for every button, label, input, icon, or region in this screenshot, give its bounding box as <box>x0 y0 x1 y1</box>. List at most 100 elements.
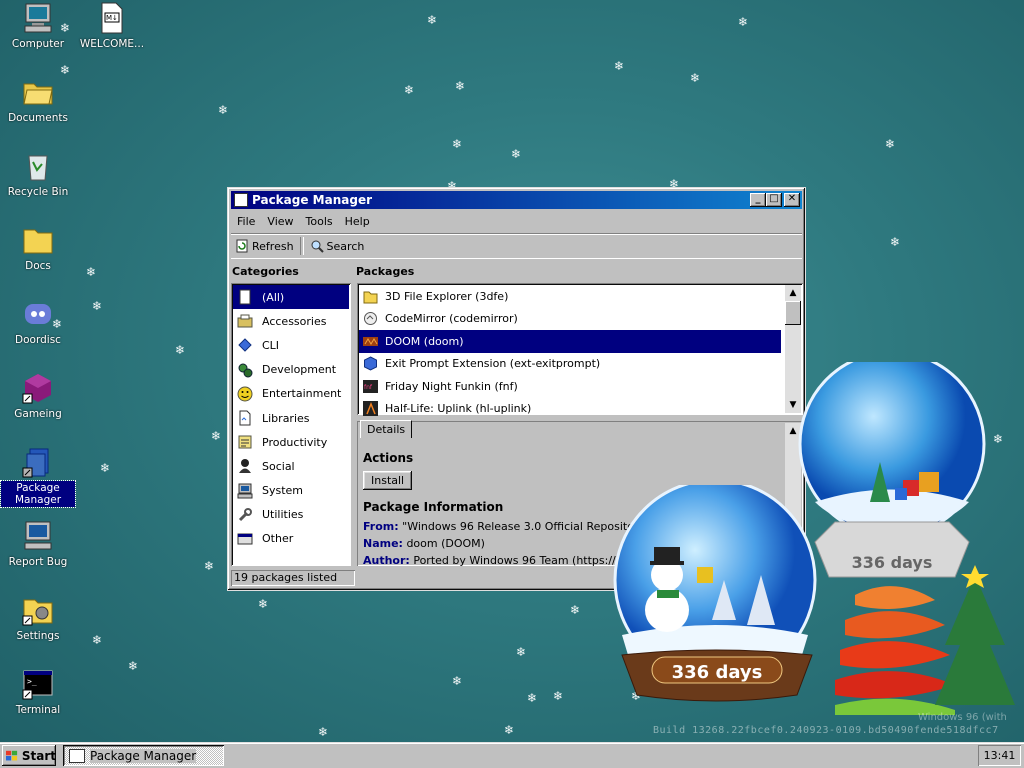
start-label: Start <box>21 748 56 763</box>
package-item[interactable]: Half-Life: Uplink (hl-uplink) <box>359 398 781 421</box>
menu-file[interactable]: File <box>231 215 261 228</box>
desktop-icon-welcome[interactable]: M↓ WELCOME... <box>75 2 149 51</box>
snowflake: ❄ <box>504 723 515 737</box>
toolbar: Refresh Search <box>231 233 802 259</box>
package-item[interactable]: DOOM (doom) <box>359 330 781 353</box>
close-button[interactable]: ✕ <box>784 193 800 207</box>
actions-header: Actions <box>363 451 414 465</box>
category-label: Accessories <box>262 314 327 328</box>
desktop-icon-label: Package Manager <box>0 480 76 508</box>
windows-watermark: Windows 96 (with <box>918 712 1007 723</box>
package-label: DOOM (doom) <box>385 334 464 348</box>
taskbar-item-label: Package Manager <box>90 748 197 763</box>
christmas-tree-decoration <box>835 565 1015 715</box>
desktop-icon-recycle-bin[interactable]: Recycle Bin <box>1 150 75 199</box>
category-item[interactable]: CLI <box>231 333 351 357</box>
desktop-icon-label: Report Bug <box>8 556 68 568</box>
search-button[interactable]: Search <box>306 239 369 253</box>
category-item[interactable]: Entertainment <box>231 382 351 406</box>
snowflake: ❄ <box>427 13 438 27</box>
discord-icon <box>22 298 54 330</box>
snowflake: ❄ <box>738 15 749 29</box>
search-label: Search <box>326 239 365 253</box>
category-item[interactable]: Accessories <box>231 309 351 333</box>
category-label: (All) <box>262 290 285 304</box>
desktop-icon-label: WELCOME... <box>79 38 145 50</box>
taskbar-item-package-manager[interactable]: Package Manager <box>63 745 224 766</box>
desktop-icon-terminal[interactable]: >_ Terminal <box>1 668 75 717</box>
folder-icon <box>22 224 54 256</box>
category-item[interactable]: Libraries <box>231 406 351 430</box>
package-item[interactable]: Exit Prompt Extension (ext-exitprompt) <box>359 353 781 376</box>
scroll-up-arrow[interactable]: ▲ <box>785 285 801 301</box>
social-icon <box>237 458 253 474</box>
report-bug-icon <box>22 520 54 552</box>
snowflake: ❄ <box>100 461 111 475</box>
menu-view[interactable]: View <box>261 215 299 228</box>
snowflake: ❄ <box>404 83 415 97</box>
utilities-icon <box>237 507 253 523</box>
desktop-icon-package-manager[interactable]: Package Manager <box>0 446 76 508</box>
globe-left-days: 336 days <box>672 662 763 683</box>
desktop-icon-gameing[interactable]: Gameing <box>1 372 75 421</box>
category-item[interactable]: Other <box>231 527 351 551</box>
category-label: System <box>262 484 304 498</box>
fnf-icon: fnf <box>363 379 378 394</box>
category-label: Entertainment <box>262 387 342 401</box>
category-item[interactable]: Utilities <box>231 503 351 527</box>
app-icon <box>234 193 248 207</box>
minimize-button[interactable]: _ <box>750 193 766 207</box>
category-label: Libraries <box>262 411 310 425</box>
snowglobe-right: 336 days <box>798 362 986 578</box>
category-item[interactable]: (All) <box>233 285 349 310</box>
taskbar: Start Package Manager 13:41 <box>0 742 1024 768</box>
title-bar[interactable]: Package Manager _ □ ✕ <box>231 191 802 209</box>
refresh-icon <box>236 239 248 253</box>
snowflake: ❄ <box>455 79 466 93</box>
desktop-icon-settings[interactable]: Settings <box>1 594 75 643</box>
desktop-icon-computer[interactable]: Computer <box>1 2 75 51</box>
desktop-icon-label: Computer <box>11 38 65 50</box>
system-icon <box>237 483 253 499</box>
scroll-thumb[interactable] <box>785 301 801 325</box>
categories-list[interactable]: (All) Accessories CLI Development Entertainm… <box>231 283 351 566</box>
desktop-icon-label: Settings <box>16 630 60 642</box>
desktop-icon-label: Gameing <box>14 408 62 420</box>
category-label: Utilities <box>262 508 304 522</box>
desktop-icon-documents[interactable]: Documents <box>1 76 75 125</box>
productivity-icon <box>237 434 253 450</box>
install-button[interactable]: Install <box>363 471 413 490</box>
svg-text:>_: >_ <box>27 677 37 686</box>
menu-bar: File View Tools Help <box>231 211 802 231</box>
desktop-icon-docs[interactable]: Docs <box>1 224 75 273</box>
category-item[interactable]: Productivity <box>231 430 351 454</box>
category-item[interactable]: Social <box>231 454 351 478</box>
category-item[interactable]: Development <box>231 358 351 382</box>
markdown-file-icon: M↓ <box>96 2 128 34</box>
tab-details[interactable]: Details <box>360 420 413 438</box>
desktop-icon-label: Terminal <box>15 704 61 716</box>
build-watermark: Build 13268.22fbcef0.240923-0109.bd50490… <box>653 725 999 736</box>
category-label: Development <box>262 363 337 377</box>
category-item[interactable]: System <box>231 479 351 503</box>
package-label: CodeMirror (codemirror) <box>385 312 518 326</box>
clock[interactable]: 13:41 <box>984 749 1016 762</box>
packages-header: Packages <box>356 265 415 278</box>
desktop-icon-label: Documents <box>8 112 68 124</box>
start-button[interactable]: Start <box>2 745 56 766</box>
refresh-button[interactable]: Refresh <box>231 239 298 253</box>
packages-list[interactable]: 3D File Explorer (3dfe) CodeMirror (codem… <box>357 283 803 417</box>
package-item[interactable]: CodeMirror (codemirror) <box>359 308 781 331</box>
maximize-button[interactable]: □ <box>766 193 782 207</box>
category-label: Other <box>262 532 294 546</box>
window-title: Package Manager <box>252 193 372 207</box>
menu-help[interactable]: Help <box>339 215 376 228</box>
package-label: Friday Night Funkin (fnf) <box>385 379 518 393</box>
desktop-icon-report-bug[interactable]: Report Bug <box>1 520 75 569</box>
snowflake: ❄ <box>258 597 269 611</box>
desktop-icon-doordisc[interactable]: Doordisc <box>1 298 75 347</box>
package-item[interactable]: fnf Friday Night Funkin (fnf) <box>359 375 781 398</box>
package-item[interactable]: 3D File Explorer (3dfe) <box>359 285 781 308</box>
menu-tools[interactable]: Tools <box>300 215 339 228</box>
package-label: Half-Life: Uplink (hl-uplink) <box>385 402 532 416</box>
